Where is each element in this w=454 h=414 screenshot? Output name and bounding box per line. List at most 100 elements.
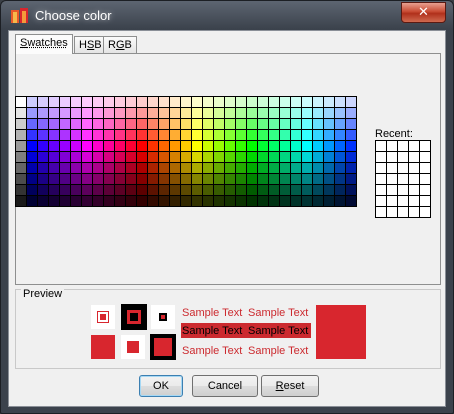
color-swatch[interactable]: [82, 163, 92, 173]
color-swatch[interactable]: [170, 119, 180, 129]
color-swatch[interactable]: [291, 130, 301, 140]
color-swatch[interactable]: [93, 130, 103, 140]
color-swatch[interactable]: [93, 174, 103, 184]
color-swatch[interactable]: [324, 185, 334, 195]
recent-swatch[interactable]: [420, 141, 430, 151]
recent-swatch[interactable]: [387, 207, 397, 217]
color-swatch[interactable]: [60, 141, 70, 151]
color-swatch[interactable]: [16, 163, 26, 173]
color-swatch[interactable]: [148, 130, 158, 140]
color-swatch[interactable]: [126, 119, 136, 129]
color-swatch[interactable]: [49, 97, 59, 107]
tab-rgb[interactable]: RGB: [103, 36, 137, 53]
color-swatch[interactable]: [60, 97, 70, 107]
color-swatch[interactable]: [159, 174, 169, 184]
color-swatch[interactable]: [346, 174, 356, 184]
color-swatch[interactable]: [181, 97, 191, 107]
color-swatch[interactable]: [313, 141, 323, 151]
color-swatch[interactable]: [203, 174, 213, 184]
color-swatch[interactable]: [104, 119, 114, 129]
color-swatch[interactable]: [126, 163, 136, 173]
color-swatch[interactable]: [93, 119, 103, 129]
color-swatch[interactable]: [280, 119, 290, 129]
color-swatch[interactable]: [258, 196, 268, 206]
color-swatch[interactable]: [38, 141, 48, 151]
color-swatch[interactable]: [49, 108, 59, 118]
color-swatch[interactable]: [126, 108, 136, 118]
color-swatch[interactable]: [38, 130, 48, 140]
color-swatch[interactable]: [192, 185, 202, 195]
color-swatch[interactable]: [159, 163, 169, 173]
color-swatch[interactable]: [203, 97, 213, 107]
color-swatch[interactable]: [181, 174, 191, 184]
color-swatch[interactable]: [181, 185, 191, 195]
color-swatch[interactable]: [258, 141, 268, 151]
recent-swatch[interactable]: [398, 152, 408, 162]
recent-swatch[interactable]: [409, 163, 419, 173]
color-swatch[interactable]: [214, 196, 224, 206]
color-swatch[interactable]: [236, 152, 246, 162]
recent-swatch[interactable]: [420, 207, 430, 217]
color-swatch[interactable]: [335, 174, 345, 184]
color-swatch[interactable]: [269, 152, 279, 162]
color-swatch[interactable]: [346, 152, 356, 162]
color-swatch[interactable]: [269, 174, 279, 184]
color-swatch[interactable]: [225, 108, 235, 118]
color-swatch[interactable]: [49, 130, 59, 140]
color-swatch[interactable]: [49, 119, 59, 129]
color-swatch[interactable]: [49, 141, 59, 151]
color-swatch[interactable]: [313, 196, 323, 206]
color-swatch[interactable]: [225, 152, 235, 162]
color-swatch[interactable]: [313, 97, 323, 107]
color-swatch[interactable]: [214, 130, 224, 140]
color-swatch[interactable]: [104, 97, 114, 107]
color-swatch[interactable]: [280, 108, 290, 118]
color-swatch[interactable]: [16, 130, 26, 140]
color-swatch[interactable]: [236, 196, 246, 206]
color-swatch[interactable]: [27, 119, 37, 129]
color-swatch[interactable]: [115, 163, 125, 173]
recent-swatch[interactable]: [376, 152, 386, 162]
recent-swatch[interactable]: [409, 196, 419, 206]
close-button[interactable]: ✕: [401, 2, 446, 23]
recent-swatch[interactable]: [420, 174, 430, 184]
color-swatch[interactable]: [104, 130, 114, 140]
color-swatch[interactable]: [38, 119, 48, 129]
color-swatch[interactable]: [181, 119, 191, 129]
recent-swatch[interactable]: [409, 174, 419, 184]
color-swatch[interactable]: [16, 108, 26, 118]
recent-swatch[interactable]: [387, 196, 397, 206]
color-swatch[interactable]: [159, 130, 169, 140]
color-swatch[interactable]: [214, 141, 224, 151]
color-swatch[interactable]: [225, 196, 235, 206]
color-swatch[interactable]: [302, 163, 312, 173]
color-swatch[interactable]: [82, 108, 92, 118]
color-swatch[interactable]: [313, 163, 323, 173]
color-swatch[interactable]: [137, 119, 147, 129]
recent-swatch[interactable]: [420, 152, 430, 162]
recent-swatch[interactable]: [409, 152, 419, 162]
color-swatch[interactable]: [60, 130, 70, 140]
color-swatch[interactable]: [280, 141, 290, 151]
title-bar[interactable]: Choose color ✕: [1, 1, 453, 31]
color-swatch[interactable]: [27, 185, 37, 195]
color-swatch[interactable]: [302, 152, 312, 162]
color-swatch[interactable]: [269, 141, 279, 151]
color-swatch[interactable]: [269, 163, 279, 173]
color-swatch[interactable]: [137, 141, 147, 151]
color-swatch[interactable]: [247, 163, 257, 173]
color-swatch[interactable]: [71, 97, 81, 107]
reset-button[interactable]: Reset: [261, 375, 319, 397]
color-swatch[interactable]: [93, 108, 103, 118]
color-swatch[interactable]: [236, 174, 246, 184]
color-swatch[interactable]: [104, 196, 114, 206]
color-swatch[interactable]: [225, 141, 235, 151]
color-swatch[interactable]: [269, 119, 279, 129]
recent-swatch[interactable]: [398, 196, 408, 206]
color-swatch[interactable]: [148, 141, 158, 151]
color-swatch[interactable]: [148, 108, 158, 118]
color-swatch[interactable]: [291, 119, 301, 129]
recent-swatch[interactable]: [398, 141, 408, 151]
color-swatch[interactable]: [148, 119, 158, 129]
color-swatch[interactable]: [104, 141, 114, 151]
